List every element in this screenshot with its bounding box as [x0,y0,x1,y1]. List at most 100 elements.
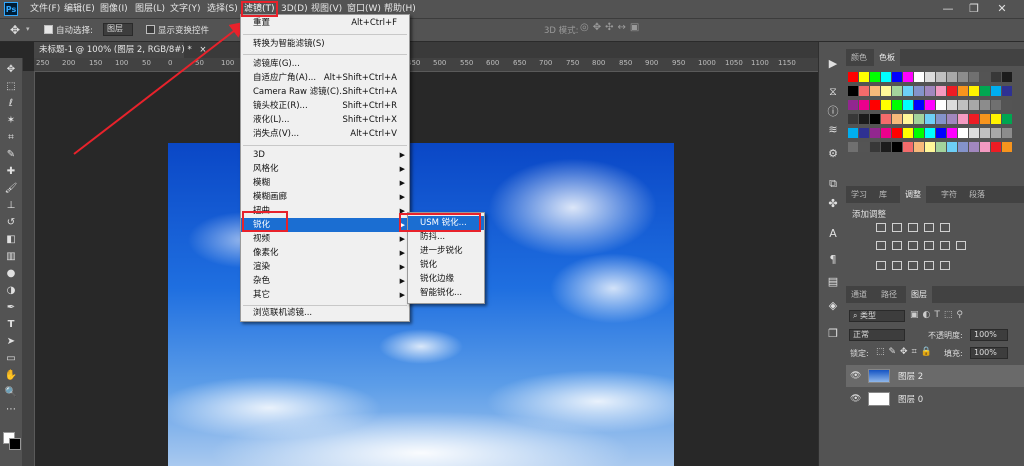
history-icon[interactable]: ⧖ [825,84,841,100]
layer-kind-filter[interactable]: ⌕ 类型 [849,310,905,322]
tab-paths[interactable]: 路径 [876,286,902,303]
play-icon[interactable]: ▶ [825,56,841,72]
exposure-icon[interactable] [924,223,934,232]
color-swatch[interactable] [881,128,891,138]
color-swatch[interactable] [958,72,968,82]
menu-item-camera-raw[interactable]: Camera Raw 滤镜(C)... Shift+Ctrl+A [241,85,409,99]
swatch-grid[interactable] [848,72,1024,172]
brightness-icon[interactable] [876,223,886,232]
color-swatch[interactable] [903,72,913,82]
menu-item-filter-gallery[interactable]: 滤镜库(G)... [241,57,409,71]
tool-presets-icon[interactable]: ✤ [825,196,841,212]
color-swatch[interactable] [991,142,1001,152]
color-swatch[interactable] [859,114,869,124]
layer-row[interactable]: 👁 图层 0 [846,388,1024,410]
color-swatch[interactable] [848,86,858,96]
color-swatch[interactable] [892,142,902,152]
color-swatch[interactable] [958,86,968,96]
menu-item-convert-smart-filter[interactable]: 转换为智能滤镜(S) [241,37,409,51]
eye-icon[interactable]: 👁 [850,394,861,404]
invert-icon[interactable] [876,261,886,270]
color-swatch[interactable] [958,142,968,152]
color-swatch[interactable] [958,128,968,138]
color-swatch[interactable] [1002,86,1012,96]
layer-comps-icon[interactable]: ❐ [825,326,841,342]
color-swatch[interactable] [859,142,869,152]
color-swatch[interactable] [947,128,957,138]
layer-row[interactable]: 👁 图层 2 [846,365,1024,387]
black-white-icon[interactable] [908,241,918,250]
color-swatch[interactable] [980,86,990,96]
properties-icon[interactable]: ⚙ [825,146,841,162]
color-swatch[interactable] [859,100,869,110]
paragraph-styles-icon[interactable]: ¶ [825,252,841,268]
color-swatch[interactable] [1002,142,1012,152]
color-swatch[interactable] [969,142,979,152]
tab-swatches[interactable]: 色板 [874,49,900,66]
hue-saturation-icon[interactable] [876,241,886,250]
color-swatch[interactable] [925,72,935,82]
color-swatch[interactable] [980,128,990,138]
color-swatch[interactable] [991,128,1001,138]
menu-item-liquify[interactable]: 液化(L)... Shift+Ctrl+X [241,113,409,127]
menu-item-adaptive-wide-angle[interactable]: 自适应广角(A)... Alt+Shift+Ctrl+A [241,71,409,85]
color-swatch[interactable] [914,100,924,110]
tab-channels[interactable]: 通道 [846,286,872,303]
color-swatch[interactable] [991,72,1001,82]
color-swatch[interactable] [936,114,946,124]
color-swatch[interactable] [848,114,858,124]
color-swatch[interactable] [925,114,935,124]
color-swatch[interactable] [914,128,924,138]
color-swatch[interactable] [914,72,924,82]
color-swatch[interactable] [969,72,979,82]
color-swatch[interactable] [881,72,891,82]
info-icon[interactable]: ⓘ [825,104,841,120]
gradient-map-icon[interactable] [924,261,934,270]
vibrance-icon[interactable] [940,223,950,232]
menu-item-reset[interactable]: 重置 Alt+Ctrl+F [241,16,409,30]
menu-item-other[interactable]: 其它 ▶ [241,288,409,302]
submenu-item-sharpen-more[interactable]: 进一步锐化 [408,244,484,258]
color-swatch[interactable] [914,114,924,124]
color-swatch[interactable] [870,142,880,152]
color-swatch[interactable] [936,86,946,96]
color-swatch[interactable] [1002,100,1012,110]
tab-paragraph[interactable]: 段落 [964,186,990,203]
lock-icons[interactable]: ⬚✎✥⌗🔒 [876,347,936,357]
color-swatch[interactable] [892,100,902,110]
color-swatch[interactable] [903,86,913,96]
photo-filter-icon[interactable] [924,241,934,250]
color-swatch[interactable] [980,100,990,110]
menu-item-noise[interactable]: 杂色 ▶ [241,274,409,288]
color-swatch[interactable] [859,72,869,82]
levels-icon[interactable] [892,223,902,232]
color-swatch[interactable] [980,142,990,152]
menu-item-lens-correction[interactable]: 镜头校正(R)... Shift+Ctrl+R [241,99,409,113]
menu-item-3d[interactable]: 3D ▶ [241,148,409,162]
color-swatch[interactable] [947,100,957,110]
color-swatch[interactable] [947,142,957,152]
posterize-icon[interactable] [892,261,902,270]
layer-filter-icons[interactable]: ▣◐T⬚⚲ [910,310,967,320]
color-swatch[interactable] [936,142,946,152]
menu-item-stylize[interactable]: 风格化 ▶ [241,162,409,176]
color-swatch[interactable] [980,72,990,82]
color-swatch[interactable] [991,100,1001,110]
color-swatch[interactable] [892,114,902,124]
color-swatch[interactable] [969,128,979,138]
brush-settings-icon[interactable]: ≋ [825,122,841,138]
notes-icon[interactable]: ▤ [825,274,841,290]
menu-item-blur-gallery[interactable]: 模糊画廊 ▶ [241,190,409,204]
color-swatch[interactable] [859,128,869,138]
color-swatch[interactable] [980,114,990,124]
tab-libraries[interactable]: 库 [874,186,892,203]
color-swatch[interactable] [892,72,902,82]
tab-layers[interactable]: 图层 [906,286,932,303]
tab-color[interactable]: 颜色 [846,49,872,66]
color-swatch[interactable] [947,72,957,82]
color-swatch[interactable] [892,86,902,96]
glyphs-icon[interactable]: A [825,226,841,242]
color-swatch[interactable] [870,86,880,96]
fill-field[interactable]: 100% [970,347,1008,359]
tab-character[interactable]: 字符 [936,186,962,203]
